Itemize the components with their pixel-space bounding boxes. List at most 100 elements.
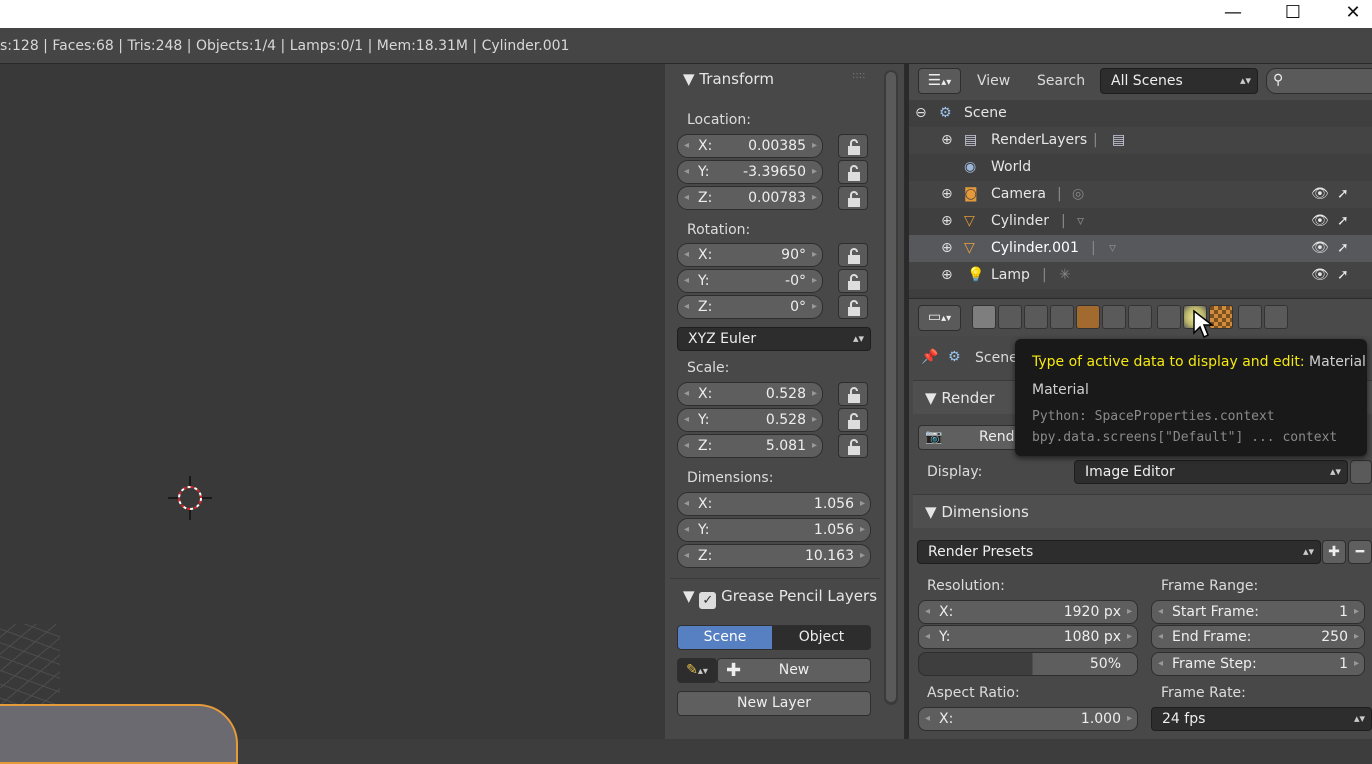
display-mode-value: All Scenes xyxy=(1111,73,1183,89)
selectable-arrow-icon[interactable]: ➚ xyxy=(1337,208,1349,235)
render-tab-icon[interactable] xyxy=(972,305,996,329)
scale-y-field[interactable]: ◂ Y: 0.528 ▸ xyxy=(677,408,823,432)
transform-title: Transform xyxy=(699,70,774,88)
visibility-eye-icon[interactable]: 👁 xyxy=(1311,208,1329,235)
selectable-arrow-icon[interactable]: ➚ xyxy=(1337,262,1349,289)
resolution-x-field[interactable]: ◂ X: 1920 px ▸ xyxy=(918,600,1138,624)
visibility-eye-icon[interactable]: 👁 xyxy=(1311,262,1329,289)
outliner-search-menu[interactable]: Search xyxy=(1037,73,1085,89)
expand-icon[interactable]: ⊕ xyxy=(941,208,953,235)
outliner-row-lamp[interactable]: ⊕ 💡 Lamp | ✳ 👁 ➚ xyxy=(909,262,1372,289)
outliner-display-mode-dropdown[interactable]: All Scenes ▴▾ xyxy=(1100,68,1258,94)
transform-panel-header[interactable]: ▼ Transform xyxy=(683,70,774,88)
dimensions-x-field[interactable]: ◂ X: 1.056 ▸ xyxy=(677,492,871,516)
dimensions-section-title: Dimensions xyxy=(941,503,1029,521)
aspect-x-field[interactable]: ◂ X: 1.000 ▸ xyxy=(918,707,1138,731)
outliner-row-cylinder[interactable]: ⊕ ▽ Cylinder | ▿ 👁 ➚ xyxy=(909,208,1372,235)
tooltip-popup: Type of active data to display and edit:… xyxy=(1015,339,1367,456)
close-button[interactable]: ✕ xyxy=(1330,0,1372,28)
lock-rotation-y-icon[interactable] xyxy=(838,269,868,293)
pin-icon[interactable]: 📌 xyxy=(921,349,938,365)
outliner-row-camera[interactable]: ⊕ ◙ Camera | ◎ 👁 ➚ xyxy=(909,181,1372,208)
lock-scale-z-icon[interactable] xyxy=(838,434,868,458)
scale-x-field[interactable]: ◂ X: 0.528 ▸ xyxy=(677,382,823,406)
lock-scale-x-icon[interactable] xyxy=(838,382,868,406)
expand-icon[interactable]: ⊕ xyxy=(941,127,953,154)
scene-tab-icon[interactable] xyxy=(1024,305,1048,329)
outliner-editor-type-button[interactable]: ☰▴▾ xyxy=(918,68,961,94)
modifiers-tab-icon[interactable] xyxy=(1128,305,1152,329)
visibility-eye-icon[interactable]: 👁 xyxy=(1311,181,1329,208)
world-tab-icon[interactable] xyxy=(1050,305,1074,329)
outliner-row-scene[interactable]: ⊖ ⚙ Scene xyxy=(909,100,1372,127)
expand-icon[interactable]: ⊕ xyxy=(941,181,953,208)
frame-step-field[interactable]: ◂ Frame Step: 1 ▸ xyxy=(1151,652,1365,676)
render-display-dropdown[interactable]: Image Editor ▴▾ xyxy=(1074,460,1348,484)
maximize-button[interactable]: ☐ xyxy=(1270,0,1316,28)
lock-location-x-icon[interactable] xyxy=(838,134,868,158)
remove-preset-button[interactable]: ━ xyxy=(1348,540,1372,564)
search-icon: ⚲ xyxy=(1273,72,1284,88)
selectable-arrow-icon[interactable]: ➚ xyxy=(1337,181,1349,208)
updown-arrows-icon: ▴▾ xyxy=(1329,465,1341,478)
scale-z-field[interactable]: ◂ Z: 5.081 ▸ xyxy=(677,434,823,458)
object-tab-icon[interactable] xyxy=(1076,305,1100,329)
outliner-search-input[interactable]: ⚲ xyxy=(1266,68,1372,94)
dimensions-section-header[interactable]: ▼ Dimensions xyxy=(913,494,1372,528)
lock-interface-icon[interactable] xyxy=(1350,460,1372,484)
selectable-arrow-icon[interactable]: ➚ xyxy=(1337,235,1349,262)
rotation-z-field[interactable]: ◂ Z: 0° ▸ xyxy=(677,295,823,319)
panel-drag-grip-icon[interactable]: :::: xyxy=(852,70,865,81)
data-tab-icon[interactable] xyxy=(1157,305,1181,329)
start-frame-field[interactable]: ◂ Start Frame: 1 ▸ xyxy=(1151,600,1365,624)
physics-tab-icon[interactable] xyxy=(1264,305,1288,329)
grease-scene-tab[interactable]: Scene xyxy=(677,625,773,650)
selected-cylinder-mesh[interactable] xyxy=(0,704,238,764)
3d-cursor-icon[interactable] xyxy=(168,476,212,520)
rotation-x-field[interactable]: ◂ X: 90° ▸ xyxy=(677,243,823,267)
render-button[interactable]: 📷 Rend xyxy=(918,425,1028,450)
expand-icon[interactable]: ⊕ xyxy=(941,235,953,262)
expand-icon[interactable]: ⊕ xyxy=(941,262,953,289)
rotation-mode-dropdown[interactable]: XYZ Euler ▴▾ xyxy=(677,327,871,351)
location-z-field[interactable]: ◂ Z: 0.00783 ▸ xyxy=(677,186,823,210)
rotation-y-field[interactable]: ◂ Y: -0° ▸ xyxy=(677,269,823,293)
grease-new-button[interactable]: ✚ New xyxy=(717,658,871,683)
render-layers-tab-icon[interactable] xyxy=(998,305,1022,329)
constraints-tab-icon[interactable] xyxy=(1102,305,1126,329)
render-presets-dropdown[interactable]: Render Presets ▴▾ xyxy=(917,540,1321,564)
outliner-row-renderlayers[interactable]: ⊕ ▤ RenderLayers | ▤ xyxy=(909,127,1372,154)
lock-rotation-x-icon[interactable] xyxy=(838,243,868,267)
axis-label: X: xyxy=(939,604,954,620)
resolution-y-field[interactable]: ◂ Y: 1080 px ▸ xyxy=(918,625,1138,649)
3d-viewport[interactable] xyxy=(0,64,665,764)
grease-pencil-panel-header[interactable]: ▼ ✓ Grease Pencil Layers xyxy=(683,587,877,609)
properties-editor-type-button[interactable]: ▭▴▾ xyxy=(918,305,961,331)
grease-pencil-checkbox[interactable]: ✓ xyxy=(699,592,717,609)
lock-location-z-icon[interactable] xyxy=(838,186,868,210)
grease-object-tab[interactable]: Object xyxy=(772,625,871,650)
new-layer-button[interactable]: New Layer xyxy=(677,691,871,716)
lock-rotation-z-icon[interactable] xyxy=(838,295,868,319)
location-y-field[interactable]: ◂ Y: -3.39650 ▸ xyxy=(677,160,823,184)
resolution-percentage-slider[interactable]: 50% xyxy=(918,652,1138,676)
field-value: 0.00385 xyxy=(748,138,806,154)
collapse-icon[interactable]: ⊖ xyxy=(915,100,927,127)
dimensions-z-field[interactable]: ◂ Z: 10.163 ▸ xyxy=(677,544,871,568)
dimensions-y-field[interactable]: ◂ Y: 1.056 ▸ xyxy=(677,518,871,542)
end-frame-field[interactable]: ◂ End Frame: 250 ▸ xyxy=(1151,625,1365,649)
minimize-button[interactable]: — xyxy=(1210,0,1256,28)
updown-arrows-icon: ▴▾ xyxy=(1302,545,1314,558)
lock-location-y-icon[interactable] xyxy=(838,160,868,184)
lock-scale-y-icon[interactable] xyxy=(838,408,868,432)
outliner-view-menu[interactable]: View xyxy=(977,73,1010,89)
add-preset-button[interactable]: ✚ xyxy=(1322,540,1346,564)
location-x-field[interactable]: ◂ X: 0.00385 ▸ xyxy=(677,134,823,158)
outliner-row-cylinder-001[interactable]: ⊕ ▽ Cylinder.001 | ▿ 👁 ➚ xyxy=(909,235,1372,262)
particles-tab-icon[interactable] xyxy=(1238,305,1262,329)
frame-rate-dropdown[interactable]: 24 fps ▴▾ xyxy=(1151,707,1372,731)
grease-pencil-selector[interactable]: ✎▴▾ xyxy=(677,658,717,683)
visibility-eye-icon[interactable]: 👁 xyxy=(1311,235,1329,262)
outliner-row-world[interactable]: ◉ World xyxy=(909,154,1372,181)
side-panel-scroll-thumb[interactable] xyxy=(886,72,896,702)
